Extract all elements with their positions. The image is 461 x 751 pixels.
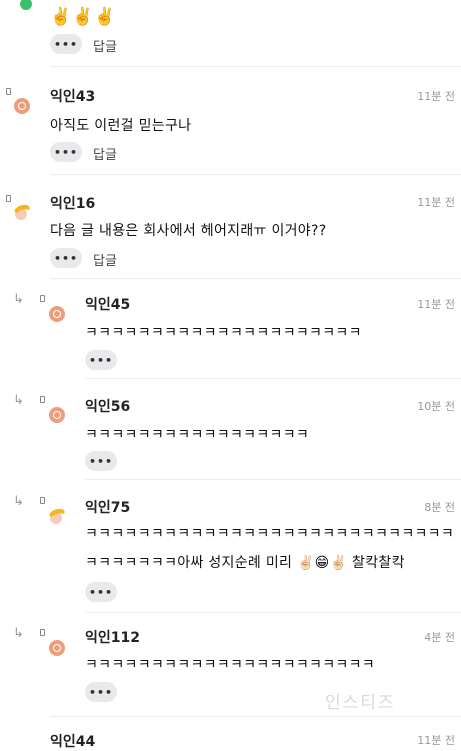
username[interactable]: 익인43 (50, 86, 95, 106)
online-status-dot (20, 0, 32, 10)
username[interactable]: 익인16 (50, 193, 95, 213)
timestamp: 4분 전 (424, 631, 455, 644)
avatar (49, 306, 65, 322)
divider (85, 479, 461, 480)
reply-arrow-icon: ↳ (13, 626, 24, 641)
timestamp: 10분 전 (417, 400, 455, 413)
comment-text: ㅋㅋㅋㅋㅋㅋㅋㅋㅋㅋㅋㅋㅋㅋㅋㅋㅋㅋㅋㅋㅋㅋ (85, 657, 375, 673)
avatar (49, 407, 65, 423)
username[interactable]: 익인56 (85, 396, 130, 416)
reply-button[interactable]: 답글 (93, 250, 117, 269)
more-options-button[interactable]: ••• (85, 350, 117, 370)
timestamp: 8분 전 (424, 501, 455, 514)
comment-marker-icon (40, 396, 45, 403)
username[interactable]: 익인112 (85, 627, 140, 647)
reply-button[interactable]: 답글 (93, 36, 117, 55)
avatar (14, 204, 30, 220)
comment-text: ㅋㅋㅋㅋㅋㅋㅋㅋㅋㅋㅋㅋㅋㅋㅋㅋㅋㅋㅋㅋㅋ (85, 325, 362, 341)
reply-button[interactable]: 답글 (93, 144, 117, 163)
username[interactable]: 익인44 (50, 731, 95, 751)
more-options-button[interactable]: ••• (85, 582, 117, 602)
timestamp: 11분 전 (417, 298, 455, 311)
more-options-button[interactable]: ••• (50, 142, 82, 162)
more-options-button[interactable]: ••• (85, 682, 117, 702)
comment-marker-icon (40, 295, 45, 302)
reply-arrow-icon: ↳ (13, 393, 24, 408)
comment-text: 다음 글 내용은 회사에서 헤어지래ㅠ 이거야?? (50, 223, 327, 239)
username[interactable]: 익인45 (85, 294, 130, 314)
timestamp: 11분 전 (417, 734, 455, 747)
divider (85, 612, 461, 613)
comment-marker-icon (40, 629, 45, 636)
more-options-button[interactable]: ••• (50, 34, 82, 54)
username[interactable]: 익인75 (85, 497, 130, 517)
avatar (49, 508, 65, 524)
watermark: 인스티즈 (325, 693, 396, 713)
divider (50, 66, 461, 67)
avatar (49, 640, 65, 656)
comment-marker-icon (6, 195, 11, 202)
divider (85, 378, 461, 379)
comment-marker-icon (6, 88, 11, 95)
divider (50, 716, 461, 717)
comment-marker-icon (40, 497, 45, 504)
timestamp: 11분 전 (417, 90, 455, 103)
comment-text: ㅋㅋㅋㅋㅋㅋㅋ아싸 성지순례 미리 ✌🏻😁✌🏻 찰칵찰칵 (85, 555, 405, 571)
comment-text: ㅋㅋㅋㅋㅋㅋㅋㅋㅋㅋㅋㅋㅋㅋㅋㅋㅋ (85, 427, 310, 443)
reply-arrow-icon: ↳ (13, 292, 24, 307)
timestamp: 11분 전 (417, 196, 455, 209)
comment-text: ✌️✌️✌️ (50, 7, 117, 27)
reply-arrow-icon: ↳ (13, 494, 24, 509)
divider (50, 174, 461, 175)
divider (50, 278, 461, 279)
more-options-button[interactable]: ••• (85, 451, 117, 471)
comment-text: 아직도 이런걸 믿는구나 (50, 118, 192, 134)
avatar (14, 98, 30, 114)
comment-text: ㅋㅋㅋㅋㅋㅋㅋㅋㅋㅋㅋㅋㅋㅋㅋㅋㅋㅋㅋㅋㅋㅋㅋㅋㅋㅋㅋㅋ (85, 526, 455, 542)
more-options-button[interactable]: ••• (50, 248, 82, 268)
